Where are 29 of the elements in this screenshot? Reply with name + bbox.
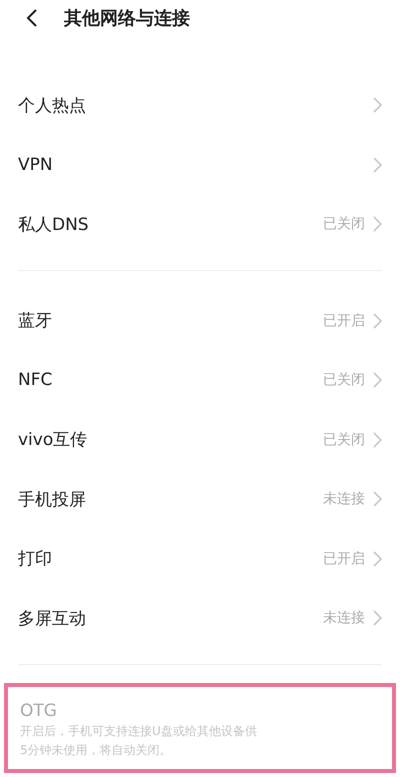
settings-row[interactable]: VPN	[18, 135, 382, 194]
settings-row[interactable]: vivo互传 已关闭	[18, 410, 382, 470]
otg-description: 开启后，手机可支持连接U盘或给其他设备供	[20, 723, 258, 740]
settings-row[interactable]: NFC 已关闭	[18, 350, 382, 410]
settings-row[interactable]: 多屏互动 未连接	[18, 588, 382, 648]
settings-row[interactable]: 个人热点	[18, 76, 382, 135]
chevron-icon	[373, 550, 382, 567]
status-text: 未连接	[323, 609, 365, 628]
status-text: 已关闭	[323, 371, 365, 390]
chevron-icon	[373, 491, 382, 508]
chevron-icon	[373, 216, 382, 232]
status-text: 未连接	[323, 490, 365, 508]
otg-title: OTG	[20, 701, 58, 721]
settings-row[interactable]: 蓝牙 已开启	[18, 291, 382, 350]
status-text: 已开启	[323, 312, 365, 330]
settings-row[interactable]: 打印 已开启	[18, 529, 382, 588]
chevron-icon	[373, 432, 382, 448]
otg-description: 5分钟未使用，将自动关闭。	[20, 742, 173, 759]
page-title: 其他网络与连接	[64, 6, 190, 30]
chevron-icon	[373, 97, 382, 114]
status-text: 已关闭	[323, 430, 365, 449]
chevron-icon	[373, 156, 382, 173]
status-text: 已关闭	[323, 215, 365, 234]
settings-row[interactable]: 手机投屏 未连接	[18, 470, 382, 529]
settings-row[interactable]: 私人DNS 已关闭	[18, 194, 382, 254]
chevron-icon	[373, 610, 382, 626]
chevron-icon	[373, 372, 382, 388]
status-text: 已开启	[323, 550, 365, 568]
chevron-icon	[373, 312, 382, 329]
